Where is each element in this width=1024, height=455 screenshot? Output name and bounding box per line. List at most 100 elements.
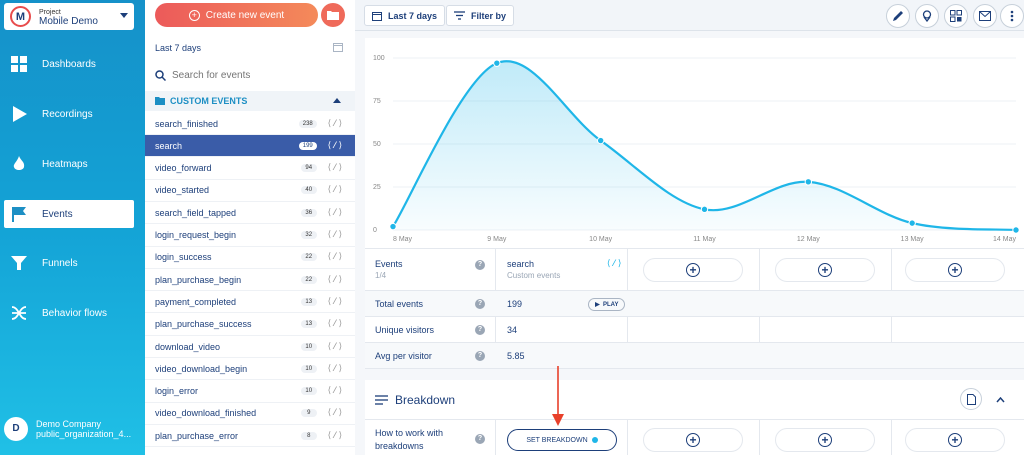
breakdown-help-line2: breakdowns xyxy=(375,441,424,451)
toolbar: Last 7 days Filter by xyxy=(355,0,1024,31)
help-icon[interactable]: ? xyxy=(475,325,485,335)
play-icon xyxy=(10,105,28,123)
flows-icon xyxy=(10,304,28,322)
code-icon: ⟨/⟩ xyxy=(326,118,343,129)
dashboard-button[interactable] xyxy=(944,4,968,28)
unique-visitors-value: 34 xyxy=(507,325,518,335)
nav-item-dashboards[interactable]: Dashboards xyxy=(4,50,134,78)
x-tick-label: 8 May xyxy=(393,236,413,243)
export-button[interactable] xyxy=(960,388,982,410)
create-event-button[interactable]: + Create new event xyxy=(155,3,318,27)
location-button[interactable] xyxy=(915,4,939,28)
event-list-item[interactable]: video_started 40 ⟨/⟩ xyxy=(145,180,355,202)
event-list-item[interactable]: login_request_begin 32 ⟨/⟩ xyxy=(145,225,355,247)
add-breakdown-slot[interactable]: + xyxy=(775,428,875,452)
project-avatar: M xyxy=(10,6,31,27)
table-row: Events 1/4 ? search Custom events ⟨/⟩ + … xyxy=(365,249,1024,291)
event-count-badge: 199 xyxy=(298,141,317,150)
event-list-item[interactable]: login_error 10 ⟨/⟩ xyxy=(145,381,355,403)
date-range-button[interactable]: Last 7 days xyxy=(364,5,446,26)
event-count-badge: 10 xyxy=(300,364,317,373)
event-list-item[interactable]: video_download_finished 9 ⟨/⟩ xyxy=(145,403,355,425)
help-icon[interactable]: ? xyxy=(475,351,485,361)
y-tick-label: 25 xyxy=(373,184,381,191)
more-button[interactable] xyxy=(1000,4,1024,28)
list-icon xyxy=(375,395,388,405)
nav-item-heatmaps[interactable]: Heatmaps xyxy=(4,150,134,178)
data-point xyxy=(493,59,501,67)
email-button[interactable] xyxy=(973,4,997,28)
event-list-item[interactable]: login_success 22 ⟨/⟩ xyxy=(145,247,355,269)
add-event-slot[interactable]: + xyxy=(775,258,875,282)
plus-circle-icon: + xyxy=(948,263,962,277)
folder-icon xyxy=(327,11,339,20)
chevron-up-icon xyxy=(333,98,341,103)
code-icon: ⟨/⟩ xyxy=(326,274,343,285)
event-list-item[interactable]: search 199 ⟨/⟩ xyxy=(145,135,355,158)
nav-item-events[interactable]: Events xyxy=(4,200,134,228)
event-name: login_error xyxy=(155,386,199,397)
breakdown-title: Breakdown xyxy=(395,393,456,407)
folder-icon xyxy=(155,97,165,105)
document-icon xyxy=(966,393,976,405)
code-icon: ⟨/⟩ xyxy=(326,341,343,352)
plus-circle-icon: + xyxy=(818,433,832,447)
add-breakdown-slot[interactable]: + xyxy=(643,428,743,452)
events-label: Events xyxy=(375,259,403,269)
event-name: video_download_begin xyxy=(155,363,248,374)
x-tick-label: 12 May xyxy=(797,236,820,243)
annotation-arrow xyxy=(552,366,564,426)
code-icon: ⟨/⟩ xyxy=(326,252,343,263)
selected-event-type: Custom events xyxy=(507,271,561,280)
custom-events-header[interactable]: CUSTOM EVENTS xyxy=(145,91,355,111)
search-input[interactable] xyxy=(172,69,342,81)
total-events-value: 199 xyxy=(507,299,523,309)
table-row: Unique visitors ? 34 xyxy=(365,317,1024,343)
y-tick-label: 50 xyxy=(373,141,381,148)
add-event-slot[interactable]: + xyxy=(905,258,1005,282)
help-icon[interactable]: ? xyxy=(475,260,485,270)
left-nav: M Project Mobile Demo Dashboards Recordi… xyxy=(0,0,145,455)
event-count-badge: 238 xyxy=(298,119,317,128)
x-tick-label: 11 May xyxy=(693,236,716,243)
help-icon[interactable]: ? xyxy=(475,299,485,309)
filter-button[interactable]: Filter by xyxy=(446,5,515,26)
calendar-icon[interactable] xyxy=(333,42,343,52)
event-name: login_success xyxy=(155,252,212,263)
event-list-item[interactable]: video_download_begin 10 ⟨/⟩ xyxy=(145,358,355,381)
nav-item-behavior-flows[interactable]: Behavior flows xyxy=(4,299,134,327)
event-list-item[interactable]: search_field_tapped 36 ⟨/⟩ xyxy=(145,202,355,225)
event-list-item[interactable]: download_video 10 ⟨/⟩ xyxy=(145,336,355,358)
event-list-item[interactable]: plan_purchase_error 8 ⟨/⟩ xyxy=(145,425,355,448)
event-name: search_field_tapped xyxy=(155,207,237,218)
nav-item-funnels[interactable]: Funnels xyxy=(4,249,134,277)
play-button[interactable]: PLAY xyxy=(588,298,626,311)
add-breakdown-slot[interactable]: + xyxy=(905,428,1005,452)
event-search[interactable] xyxy=(155,66,345,84)
data-point xyxy=(1012,226,1020,234)
folder-button[interactable] xyxy=(321,3,345,27)
event-list-item[interactable]: payment_completed 13 ⟨/⟩ xyxy=(145,291,355,314)
nav-item-recordings[interactable]: Recordings xyxy=(4,100,134,128)
set-breakdown-button[interactable]: SET BREAKDOWN xyxy=(507,429,617,451)
event-count-badge: 22 xyxy=(300,275,317,284)
table-row: Total events ? 199 PLAY xyxy=(365,291,1024,317)
table-row: Avg per visitor ? 5.85 xyxy=(365,343,1024,369)
event-list-item[interactable]: plan_purchase_success 13 ⟨/⟩ xyxy=(145,314,355,336)
help-icon[interactable]: ? xyxy=(475,434,485,444)
edit-button[interactable] xyxy=(886,4,910,28)
add-event-slot[interactable]: + xyxy=(643,258,743,282)
event-name: plan_purchase_begin xyxy=(155,274,242,285)
code-icon: ⟨/⟩ xyxy=(326,140,343,151)
company-switcher[interactable]: D Demo Company public_organization_4... xyxy=(4,417,144,441)
event-list-item[interactable]: plan_purchase_begin 22 ⟨/⟩ xyxy=(145,269,355,292)
project-switcher[interactable]: M Project Mobile Demo xyxy=(4,3,134,30)
data-point xyxy=(389,222,397,231)
event-list-item[interactable]: video_forward 94 ⟨/⟩ xyxy=(145,158,355,180)
chevron-up-icon[interactable] xyxy=(996,397,1005,403)
events-count-label: 1/4 xyxy=(375,271,387,280)
event-list-item[interactable]: search_finished 238 ⟨/⟩ xyxy=(145,113,355,135)
breakdown-header: Breakdown xyxy=(365,380,1024,420)
event-name: payment_completed xyxy=(155,296,237,307)
plus-circle-icon: + xyxy=(686,263,700,277)
